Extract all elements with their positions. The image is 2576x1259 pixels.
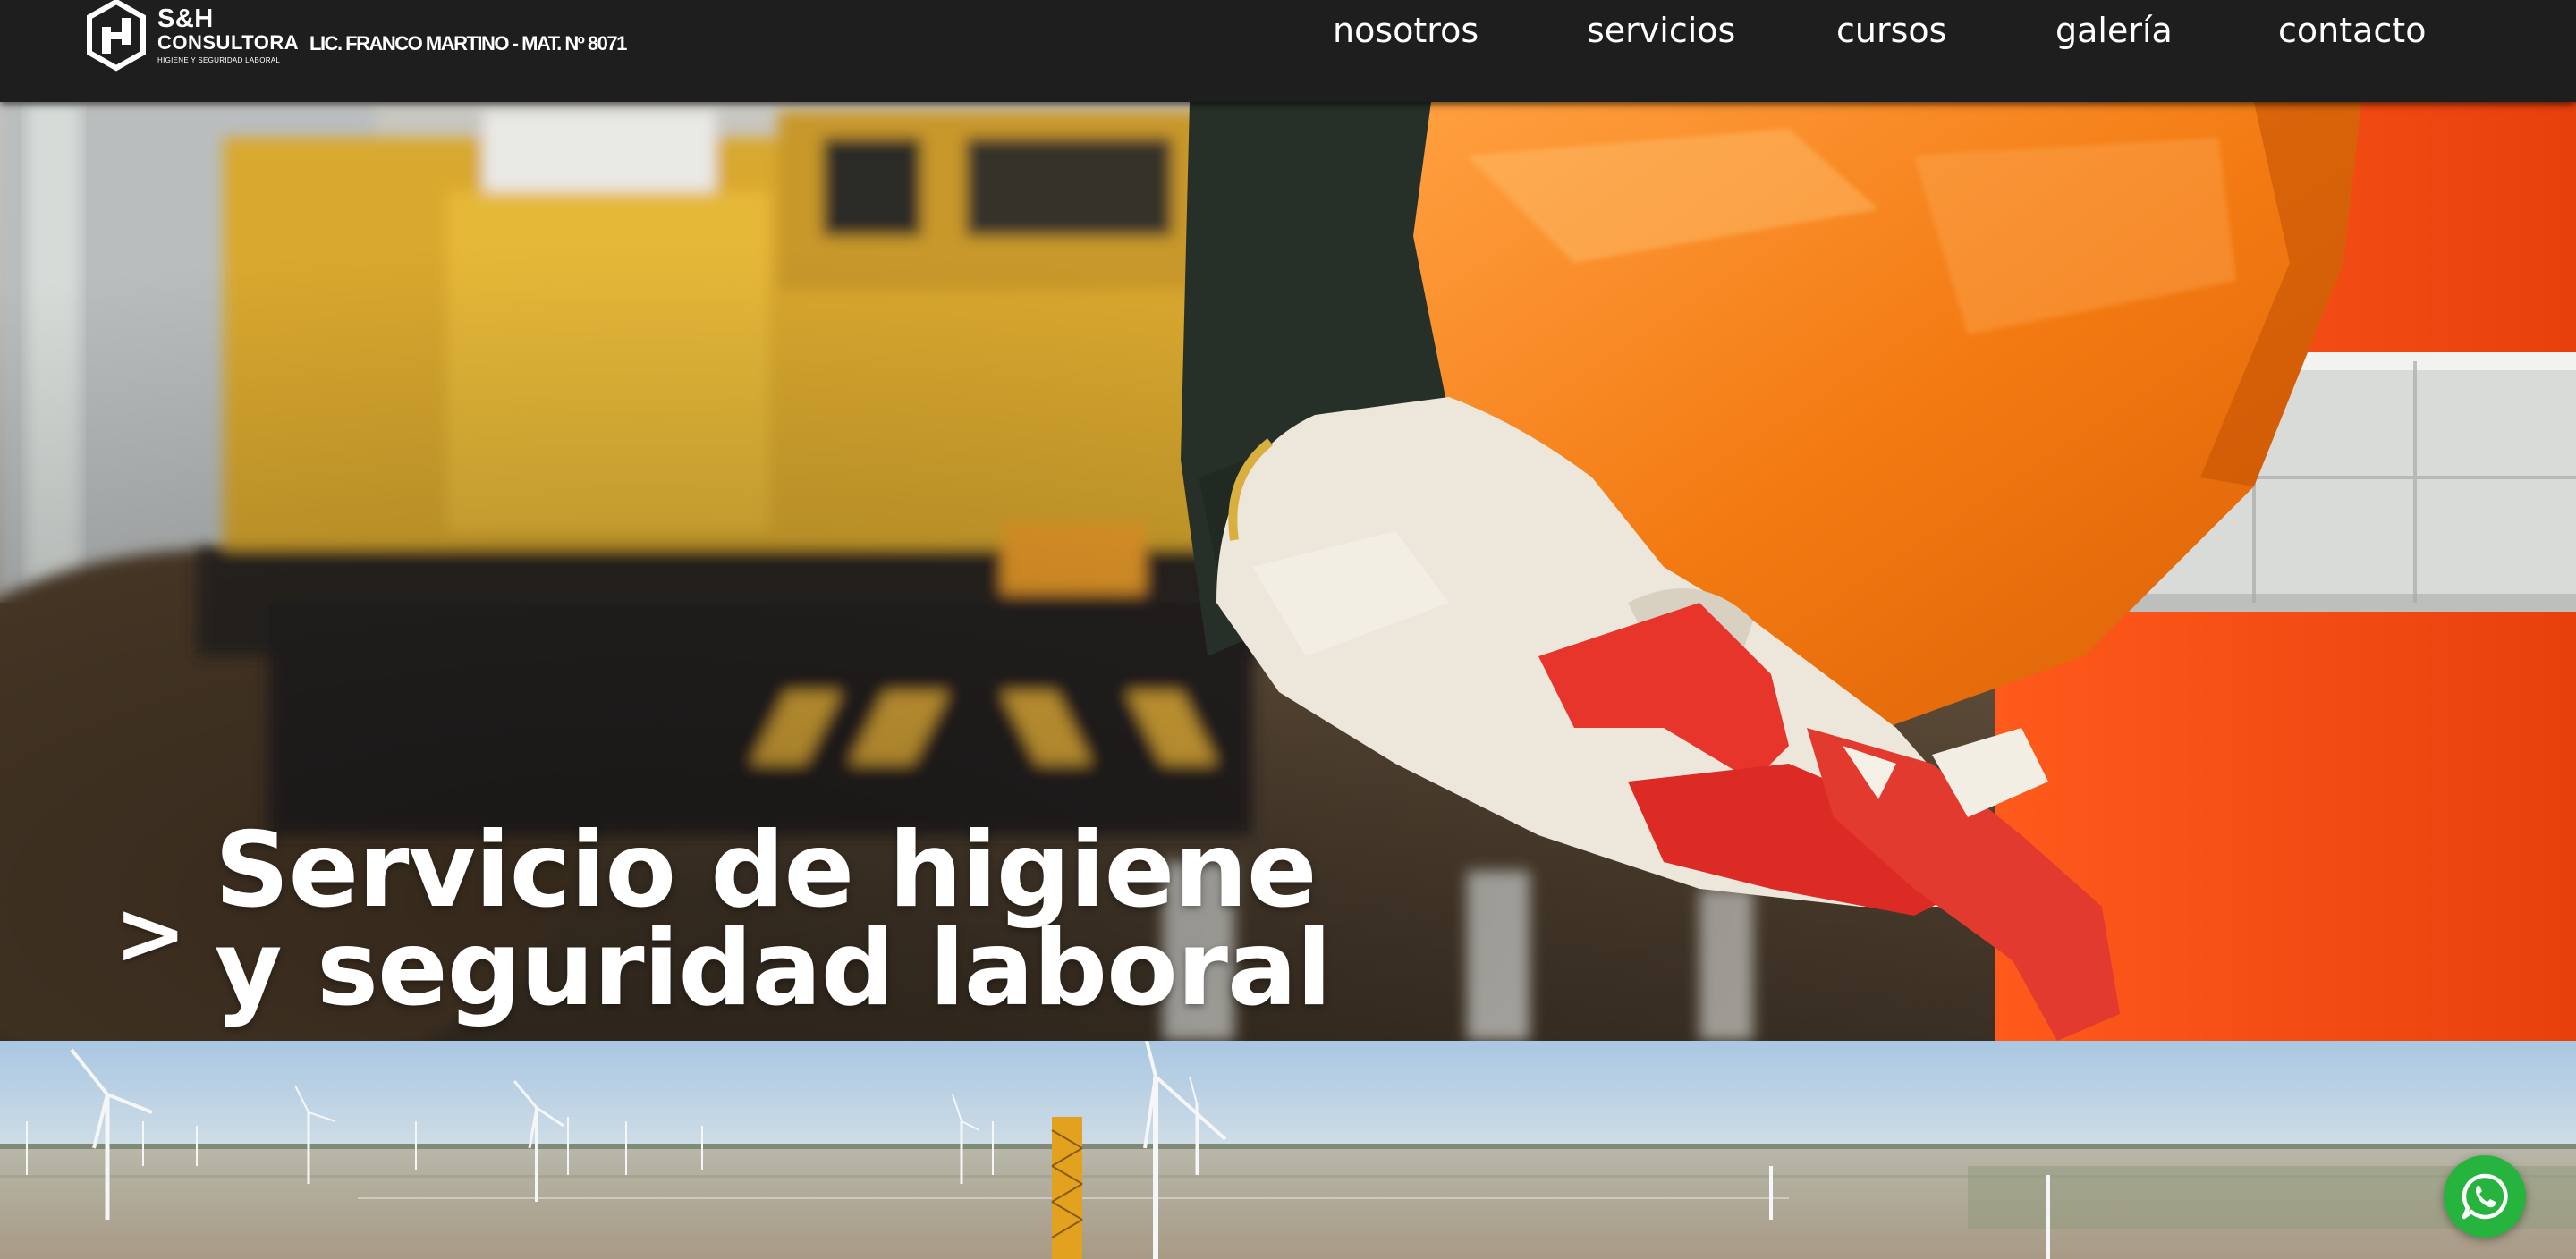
hero-title-line-2: y seguridad laboral xyxy=(215,908,1332,1029)
chevron-right-icon: > xyxy=(114,883,187,984)
wind-farm-image xyxy=(0,1041,2576,1259)
nav-item-cursos[interactable]: cursos xyxy=(1836,5,1946,55)
nav-item-servicios[interactable]: servicios xyxy=(1587,5,1735,55)
site-header: S&H CONSULTORA HIGIENE Y SEGURIDAD LABOR… xyxy=(0,0,2576,102)
nav-item-galeria[interactable]: galería xyxy=(2055,5,2173,55)
nav-item-contacto[interactable]: contacto xyxy=(2278,5,2426,55)
hero-banner: > Servicio de higiene y seguridad labora… xyxy=(0,102,2576,1041)
whatsapp-icon xyxy=(2462,1173,2508,1220)
whatsapp-button[interactable] xyxy=(2444,1155,2526,1238)
main-nav: nosotros servicios cursos galería contac… xyxy=(0,0,2576,63)
wind-farm-banner xyxy=(0,1041,2576,1259)
nav-item-nosotros[interactable]: nosotros xyxy=(1333,5,1479,55)
